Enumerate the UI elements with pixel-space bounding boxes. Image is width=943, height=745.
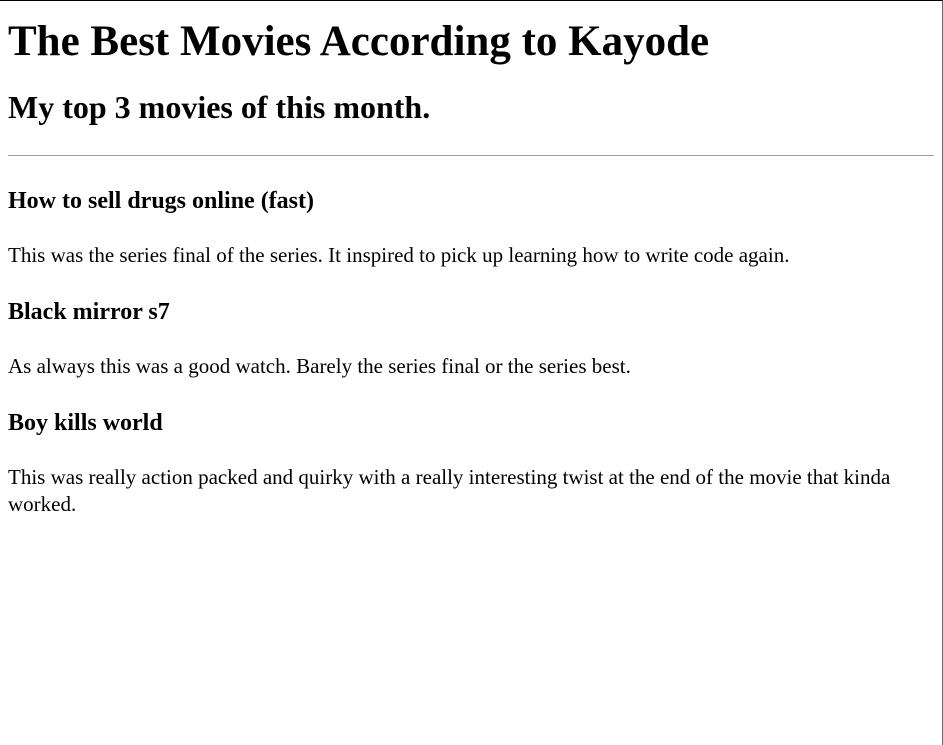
movie-entry: Boy kills world This was really action p… xyxy=(8,409,934,518)
page-subtitle: My top 3 movies of this month. xyxy=(8,89,431,125)
movie-entry: How to sell drugs online (fast) This was… xyxy=(8,187,934,269)
movie-title: Boy kills world xyxy=(8,410,163,436)
divider xyxy=(8,155,934,156)
movie-entry: Black mirror s7 As always this was a goo… xyxy=(8,298,934,380)
page-title: The Best Movies According to Kayode xyxy=(8,18,710,65)
movie-review: As always this was a good watch. Barely … xyxy=(8,354,631,378)
page-content: The Best Movies According to Kayode My t… xyxy=(0,1,942,518)
movie-title: Black mirror s7 xyxy=(8,299,170,325)
movie-review: This was the series final of the series.… xyxy=(8,243,790,267)
movie-review: This was really action packed and quirky… xyxy=(8,465,891,516)
movie-title: How to sell drugs online (fast) xyxy=(8,188,314,214)
